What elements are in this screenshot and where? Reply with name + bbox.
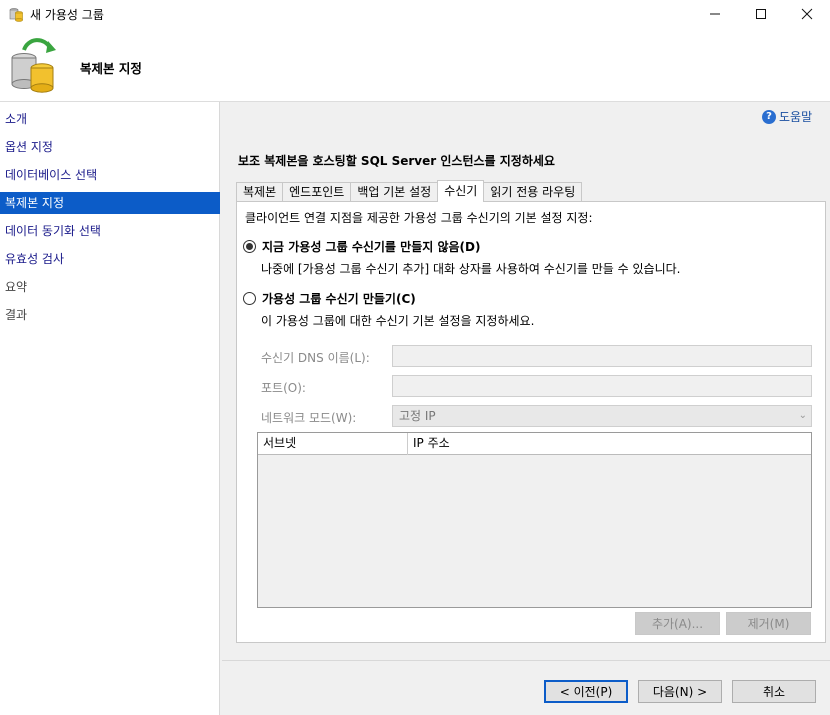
radio-button-unchecked[interactable] bbox=[243, 292, 256, 305]
sidebar-item-options[interactable]: 옵션 지정 bbox=[0, 136, 220, 158]
close-button[interactable] bbox=[784, 0, 830, 28]
sidebar-item-results: 결과 bbox=[5, 308, 28, 322]
tab-listener[interactable]: 수신기 bbox=[437, 180, 485, 202]
next-button[interactable]: 다음(N) > bbox=[638, 680, 722, 703]
port-input[interactable] bbox=[392, 375, 812, 397]
grid-header: 서브넷 IP 주소 bbox=[258, 433, 811, 455]
radio-no-listener-label: 지금 가용성 그룹 수신기를 만들지 않음(D) bbox=[262, 240, 481, 254]
title-bar: 새 가용성 그룹 bbox=[0, 0, 830, 28]
port-label: 포트(O): bbox=[261, 381, 306, 395]
sidebar-item-intro[interactable]: 소개 bbox=[0, 108, 220, 130]
dns-name-label: 수신기 DNS 이름(L): bbox=[261, 351, 370, 365]
page-header: 복제본 지정 bbox=[0, 28, 830, 102]
radio-create-listener-label: 가용성 그룹 수신기 만들기(C) bbox=[262, 292, 416, 306]
tab-backup-preferences[interactable]: 백업 기본 설정 bbox=[350, 182, 439, 202]
network-mode-label: 네트워크 모드(W): bbox=[261, 411, 357, 425]
window-title: 새 가용성 그룹 bbox=[30, 8, 104, 22]
radio-no-listener-desc: 나중에 [가용성 그룹 수신기 추가] 대화 상자를 사용하여 수신기를 만들 … bbox=[261, 262, 681, 276]
help-icon: ? bbox=[762, 109, 776, 124]
sidebar-item-validation[interactable]: 유효성 검사 bbox=[0, 248, 220, 270]
listener-panel: 클라이언트 연결 지점을 제공한 가용성 그룹 수신기의 기본 설정 지정: 지… bbox=[236, 201, 826, 643]
cancel-button[interactable]: 취소 bbox=[732, 680, 816, 703]
radio-create-listener[interactable]: 가용성 그룹 수신기 만들기(C) bbox=[243, 290, 416, 307]
sidebar-item-summary: 요약 bbox=[5, 280, 28, 294]
previous-button[interactable]: < 이전(P) bbox=[544, 680, 628, 703]
maximize-button[interactable] bbox=[738, 0, 784, 28]
network-mode-select[interactable]: 고정 IP ⌄ bbox=[392, 405, 812, 427]
minimize-button[interactable] bbox=[692, 0, 738, 28]
sidebar-item-data-sync[interactable]: 데이터 동기화 선택 bbox=[0, 220, 220, 242]
close-icon bbox=[801, 8, 813, 20]
footer-separator bbox=[222, 660, 830, 661]
radio-no-listener[interactable]: 지금 가용성 그룹 수신기를 만들지 않음(D) bbox=[243, 238, 480, 255]
maximize-icon bbox=[756, 9, 766, 19]
availability-group-icon bbox=[11, 38, 56, 93]
tab-strip: 복제본 엔드포인트 백업 기본 설정 수신기 읽기 전용 라우팅 bbox=[236, 180, 583, 202]
minimize-icon bbox=[710, 13, 720, 15]
tab-endpoints[interactable]: 엔드포인트 bbox=[282, 182, 352, 202]
main-content: ? 도움말 보조 복제본을 호스팅할 SQL Server 인스턴스를 지정하세… bbox=[222, 102, 830, 662]
listener-description: 클라이언트 연결 지점을 제공한 가용성 그룹 수신기의 기본 설정 지정: bbox=[245, 211, 593, 225]
grid-column-subnet[interactable]: 서브넷 bbox=[258, 433, 408, 455]
radio-create-listener-desc: 이 가용성 그룹에 대한 수신기 기본 설정을 지정하세요. bbox=[261, 314, 535, 328]
tab-readonly-routing[interactable]: 읽기 전용 라우팅 bbox=[483, 182, 583, 202]
instruction-text: 보조 복제본을 호스팅할 SQL Server 인스턴스를 지정하세요 bbox=[238, 154, 555, 168]
sidebar-item-replicas[interactable]: 복제본 지정 bbox=[0, 192, 220, 214]
page-title: 복제본 지정 bbox=[80, 61, 142, 76]
chevron-down-icon: ⌄ bbox=[798, 410, 807, 421]
tab-replicas[interactable]: 복제본 bbox=[236, 182, 284, 202]
wizard-sidebar: 소개 옵션 지정 데이터베이스 선택 복제본 지정 데이터 동기화 선택 유효성… bbox=[0, 102, 220, 715]
database-icon bbox=[9, 8, 23, 22]
remove-button: 제거(M) bbox=[726, 612, 811, 635]
network-mode-value: 고정 IP bbox=[399, 409, 436, 423]
add-button: 추가(A)... bbox=[635, 612, 720, 635]
subnet-ip-grid[interactable]: 서브넷 IP 주소 bbox=[257, 432, 812, 608]
grid-column-ip-address[interactable]: IP 주소 bbox=[408, 433, 811, 455]
help-link[interactable]: ? 도움말 bbox=[762, 108, 812, 125]
sidebar-item-databases[interactable]: 데이터베이스 선택 bbox=[0, 164, 220, 186]
help-label: 도움말 bbox=[779, 110, 813, 124]
dns-name-input[interactable] bbox=[392, 345, 812, 367]
radio-button-checked[interactable] bbox=[243, 240, 256, 253]
